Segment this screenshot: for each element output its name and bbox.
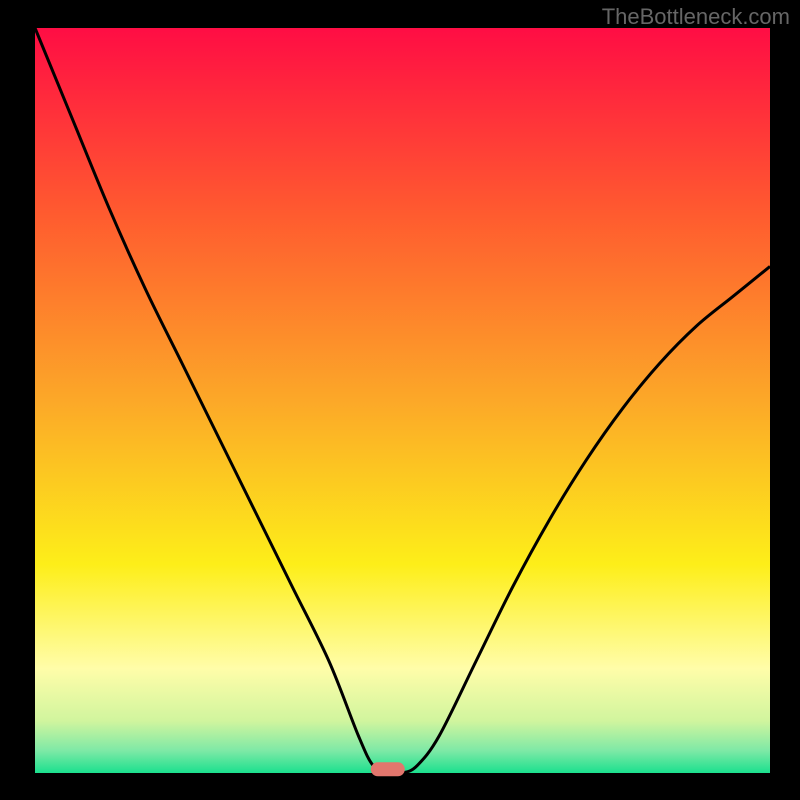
optimal-marker <box>371 762 405 776</box>
gradient-background <box>35 28 770 773</box>
watermark-text: TheBottleneck.com <box>602 4 790 30</box>
chart-container: TheBottleneck.com <box>0 0 800 800</box>
bottleneck-chart <box>0 0 800 800</box>
